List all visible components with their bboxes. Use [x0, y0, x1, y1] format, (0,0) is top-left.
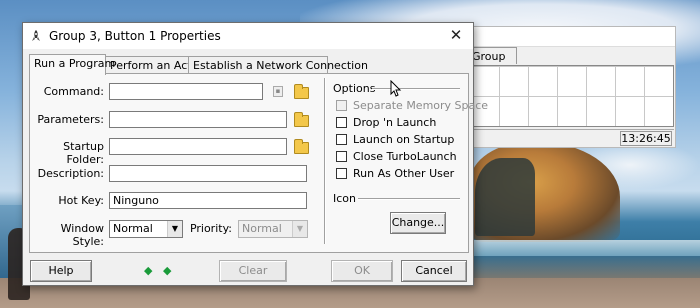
panel-divider [324, 78, 326, 244]
checkbox-label: Launch on Startup [353, 133, 455, 146]
checkbox-box[interactable] [336, 117, 347, 128]
tab-perform-an-action[interactable]: Perform an Action [105, 56, 208, 74]
priority-select[interactable]: Normal ▼ [238, 220, 308, 238]
checkbox-label: Close TurboLaunch [353, 150, 457, 163]
tab-run-a-program[interactable]: Run a Program [29, 54, 115, 75]
tab-establish-network-connection[interactable]: Establish a Network Connection [188, 56, 368, 74]
startup-folder-icon[interactable] [294, 139, 309, 154]
separate-memory-space-checkbox[interactable]: Separate Memory Space [336, 99, 488, 112]
chevron-down-icon[interactable]: ▼ [292, 221, 307, 237]
description-field[interactable] [109, 165, 307, 182]
background-window-titlebar[interactable] [439, 27, 675, 47]
background-status-bar: 13:26:45 [469, 129, 674, 146]
app-launcher-icon [32, 30, 40, 41]
icon-group-line [358, 198, 460, 200]
drop-n-launch-checkbox[interactable]: Drop 'n Launch [336, 116, 436, 129]
checkbox-label: Separate Memory Space [353, 99, 489, 112]
wallpaper-rock-shadow [475, 158, 535, 236]
mouse-cursor-icon [390, 80, 402, 97]
close-turbolaunch-checkbox[interactable]: Close TurboLaunch [336, 150, 457, 163]
icon-group-title: Icon [333, 192, 356, 205]
background-button-grid[interactable] [469, 65, 674, 127]
checkbox-box[interactable] [336, 151, 347, 162]
close-icon[interactable]: ✕ [447, 26, 465, 44]
parameters-field[interactable] [109, 111, 287, 128]
previous-arrow-icon[interactable]: ◆ [144, 265, 154, 276]
checkbox-box[interactable] [336, 168, 347, 179]
checkbox-label: Run As Other User [353, 167, 455, 180]
startup-folder-field[interactable] [109, 138, 287, 155]
window-style-value: Normal [113, 222, 153, 235]
dialog-titlebar[interactable]: Group 3, Button 1 Properties ✕ [23, 23, 473, 49]
options-group-title: Options [333, 82, 376, 95]
command-field[interactable] [109, 83, 263, 100]
wallpaper-wave [470, 240, 700, 256]
startup-folder-label: Startup Folder: [63, 140, 104, 166]
checkbox-box[interactable] [336, 134, 347, 145]
clock-readout: 13:26:45 [620, 131, 672, 146]
clear-button[interactable]: Clear [219, 260, 287, 282]
ok-button[interactable]: OK [331, 260, 393, 282]
button-properties-dialog: Group 3, Button 1 Properties ✕ Run a Pro… [22, 22, 488, 286]
command-options-button[interactable]: ▪ [273, 86, 283, 97]
options-group-line [372, 88, 460, 90]
change-icon-button[interactable]: Change... [390, 212, 446, 234]
run-program-panel: Command: ▪ Parameters: Startup Folder: D… [29, 73, 488, 253]
launch-on-startup-checkbox[interactable]: Launch on Startup [336, 133, 454, 146]
help-button[interactable]: Help [30, 260, 92, 282]
background-group-tab[interactable]: Group 3 [467, 47, 517, 76]
cancel-button[interactable]: Cancel [401, 260, 467, 282]
command-label: Command: [43, 85, 104, 98]
description-label: Description: [37, 167, 104, 180]
parameters-label: Parameters: [37, 113, 104, 126]
dialog-title: Group 3, Button 1 Properties [49, 29, 221, 43]
next-arrow-icon[interactable]: ◆ [163, 265, 173, 276]
hotkey-label: Hot Key: [58, 194, 104, 207]
priority-label: Priority: [189, 222, 232, 235]
window-style-label: Window Style: [60, 222, 104, 248]
run-as-other-user-checkbox[interactable]: Run As Other User [336, 167, 454, 180]
priority-value: Normal [242, 222, 282, 235]
parameters-folder-icon[interactable] [294, 112, 309, 127]
command-folder-icon[interactable] [294, 84, 309, 99]
checkbox-box[interactable] [336, 100, 347, 111]
hotkey-field[interactable]: Ninguno [109, 192, 307, 209]
checkbox-label: Drop 'n Launch [353, 116, 437, 129]
